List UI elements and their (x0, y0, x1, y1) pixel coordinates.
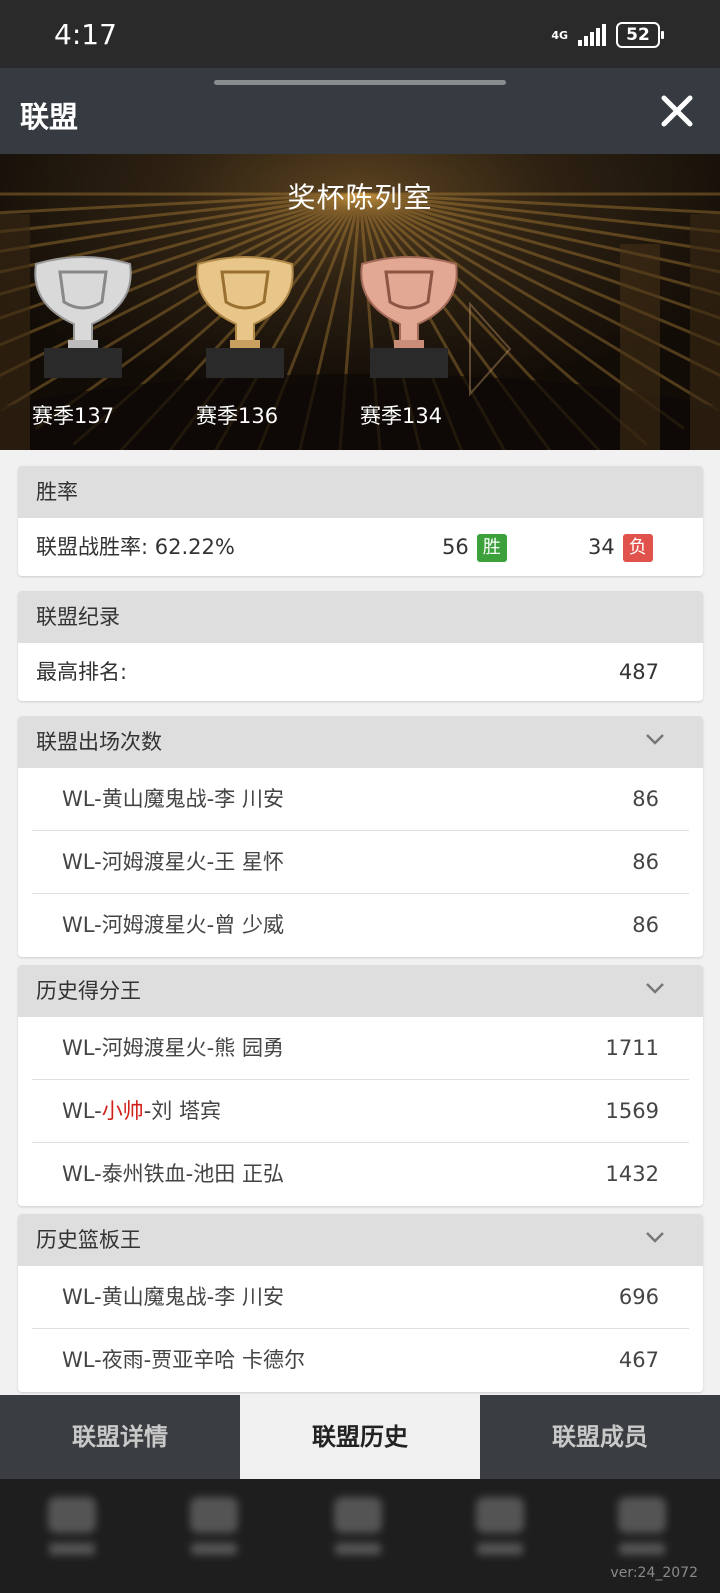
nav-icon (474, 1497, 526, 1567)
best-rank-row: 最高排名: 487 (18, 643, 703, 701)
stat-value: 86 (632, 787, 659, 811)
card-title: 胜率 (18, 466, 703, 518)
loss-count-value: 34 (588, 535, 615, 559)
team-prefix: WL- (62, 1348, 102, 1372)
scorers-list: WL-河姆渡星火-熊 园勇 1711 WL-小帅-刘 塔宾 1569 WL-泰州… (18, 1017, 703, 1206)
win-count-value: 56 (442, 535, 469, 559)
player-name: 河姆渡星火-曾 少威 (101, 913, 284, 937)
battery-icon: 52 (616, 22, 664, 48)
list-item[interactable]: WL-黄山魔鬼战-李 川安 86 (32, 768, 689, 831)
team-prefix: WL- (62, 787, 102, 811)
trophy-season-label: 赛季136 (196, 404, 279, 428)
drag-handle[interactable] (214, 80, 506, 85)
player-name: 黄山魔鬼战-李 川安 (101, 787, 284, 811)
stat-value: 1711 (605, 1036, 659, 1060)
nav-icon (332, 1497, 384, 1567)
card-title: 历史得分王 (36, 979, 141, 1003)
page-title: 联盟 (20, 100, 79, 134)
player-name: -刘 塔宾 (143, 1099, 221, 1123)
status-bar: 4:17 4G 52 (0, 0, 720, 68)
version-label: ver:24_2072 (610, 1565, 698, 1581)
stat-value: 86 (632, 913, 659, 937)
list-item[interactable]: WL-泰州铁血-池田 正弘 1432 (32, 1143, 689, 1206)
win-rate-label: 联盟战胜率: 62.22% (36, 535, 235, 559)
win-badge: 胜 (476, 534, 507, 562)
list-item[interactable]: WL-夜雨-贾亚辛哈 卡德尔 467 (32, 1329, 689, 1392)
tab-league-history[interactable]: 联盟历史 (240, 1395, 480, 1479)
appearances-card: 联盟出场次数 WL-黄山魔鬼战-李 川安 86 WL-河姆渡星火-王 星怀 86… (18, 716, 703, 957)
player-name: 夜雨-贾亚辛哈 卡德尔 (101, 1348, 305, 1372)
card-title: 联盟纪录 (18, 591, 703, 643)
sheet-header: 联盟 (0, 68, 720, 154)
list-item[interactable]: WL-河姆渡星火-王 星怀 86 (32, 831, 689, 894)
league-tabs: 联盟详情 联盟历史 联盟成员 (0, 1395, 720, 1479)
history-content[interactable]: 胜率 联盟战胜率: 62.22% 56 胜 34 负 联盟纪录 最高排名: 487 … (0, 450, 720, 1395)
blurred-bottom-nav: ver:24_2072 (0, 1479, 720, 1593)
list-item[interactable]: WL-河姆渡星火-熊 园勇 1711 (32, 1017, 689, 1080)
team-prefix: WL- (62, 850, 102, 874)
team-prefix: WL- (62, 1285, 102, 1309)
win-rate-row: 联盟战胜率: 62.22% 56 胜 34 负 (18, 518, 703, 576)
player-name: 黄山魔鬼战-李 川安 (101, 1285, 284, 1309)
status-time: 4:17 (54, 18, 117, 51)
nav-icon (188, 1497, 240, 1567)
chevron-down-icon[interactable] (645, 981, 665, 995)
player-name: 河姆渡星火-熊 园勇 (101, 1036, 284, 1060)
nav-icon (616, 1497, 668, 1567)
silver-trophy-icon[interactable] (28, 254, 138, 384)
list-item[interactable]: WL-河姆渡星火-曾 少威 86 (32, 894, 689, 957)
trophy-season-label: 赛季137 (32, 404, 115, 428)
trophy-room-title: 奖杯陈列室 (287, 181, 433, 214)
player-name: 泰州铁血-池田 正弘 (101, 1162, 284, 1186)
trophy-season-label: 赛季134 (360, 404, 443, 428)
chevron-down-icon[interactable] (645, 1230, 665, 1244)
stat-value: 1432 (605, 1162, 659, 1186)
network-type: 4G (551, 28, 568, 42)
tab-league-members[interactable]: 联盟成员 (480, 1395, 720, 1479)
stat-value: 1569 (605, 1099, 659, 1123)
rebounders-list: WL-黄山魔鬼战-李 川安 696 WL-夜雨-贾亚辛哈 卡德尔 467 (18, 1266, 703, 1392)
appearances-list: WL-黄山魔鬼战-李 川安 86 WL-河姆渡星火-王 星怀 86 WL-河姆渡… (18, 768, 703, 957)
nav-icon (46, 1497, 98, 1567)
win-rate-card: 胜率 联盟战胜率: 62.22% 56 胜 34 负 (18, 466, 703, 576)
stat-value: 86 (632, 850, 659, 874)
appearances-header[interactable]: 联盟出场次数 (18, 716, 703, 768)
team-prefix: WL- (62, 913, 102, 937)
stat-value: 696 (618, 1285, 659, 1309)
league-records-card: 联盟纪录 最高排名: 487 (18, 591, 703, 701)
team-prefix: WL- (62, 1036, 102, 1060)
tab-league-details[interactable]: 联盟详情 (0, 1395, 240, 1479)
chevron-down-icon[interactable] (645, 732, 665, 746)
top-rebounders-card: 历史篮板王 WL-黄山魔鬼战-李 川安 696 WL-夜雨-贾亚辛哈 卡德尔 4… (18, 1214, 703, 1392)
scorers-header[interactable]: 历史得分王 (18, 965, 703, 1017)
card-title: 历史篮板王 (36, 1228, 141, 1252)
best-rank-label: 最高排名: (36, 660, 128, 684)
best-rank-value: 487 (618, 660, 659, 684)
rebounders-header[interactable]: 历史篮板王 (18, 1214, 703, 1266)
stat-value: 467 (618, 1348, 659, 1372)
bronze-trophy-icon[interactable] (354, 254, 464, 384)
top-scorers-card: 历史得分王 WL-河姆渡星火-熊 园勇 1711 WL-小帅-刘 塔宾 1569… (18, 965, 703, 1206)
loss-badge: 负 (622, 534, 653, 562)
close-icon[interactable] (660, 94, 694, 128)
signal-icon (578, 24, 606, 46)
player-name: 河姆渡星火-王 星怀 (101, 850, 284, 874)
highlight-name: 小帅 (101, 1099, 144, 1123)
win-count: 56 胜 (442, 518, 507, 576)
list-item[interactable]: WL-黄山魔鬼战-李 川安 696 (32, 1266, 689, 1329)
team-prefix: WL- (62, 1099, 102, 1123)
trophy-room-banner: 奖杯陈列室 赛季137 赛季136 赛季134 (0, 154, 720, 450)
team-prefix: WL- (62, 1162, 102, 1186)
loss-count: 34 负 (588, 518, 653, 576)
status-icons: 4G 52 (551, 22, 664, 48)
list-item[interactable]: WL-小帅-刘 塔宾 1569 (32, 1080, 689, 1143)
gold-trophy-icon[interactable] (190, 254, 300, 384)
card-title: 联盟出场次数 (36, 730, 162, 754)
